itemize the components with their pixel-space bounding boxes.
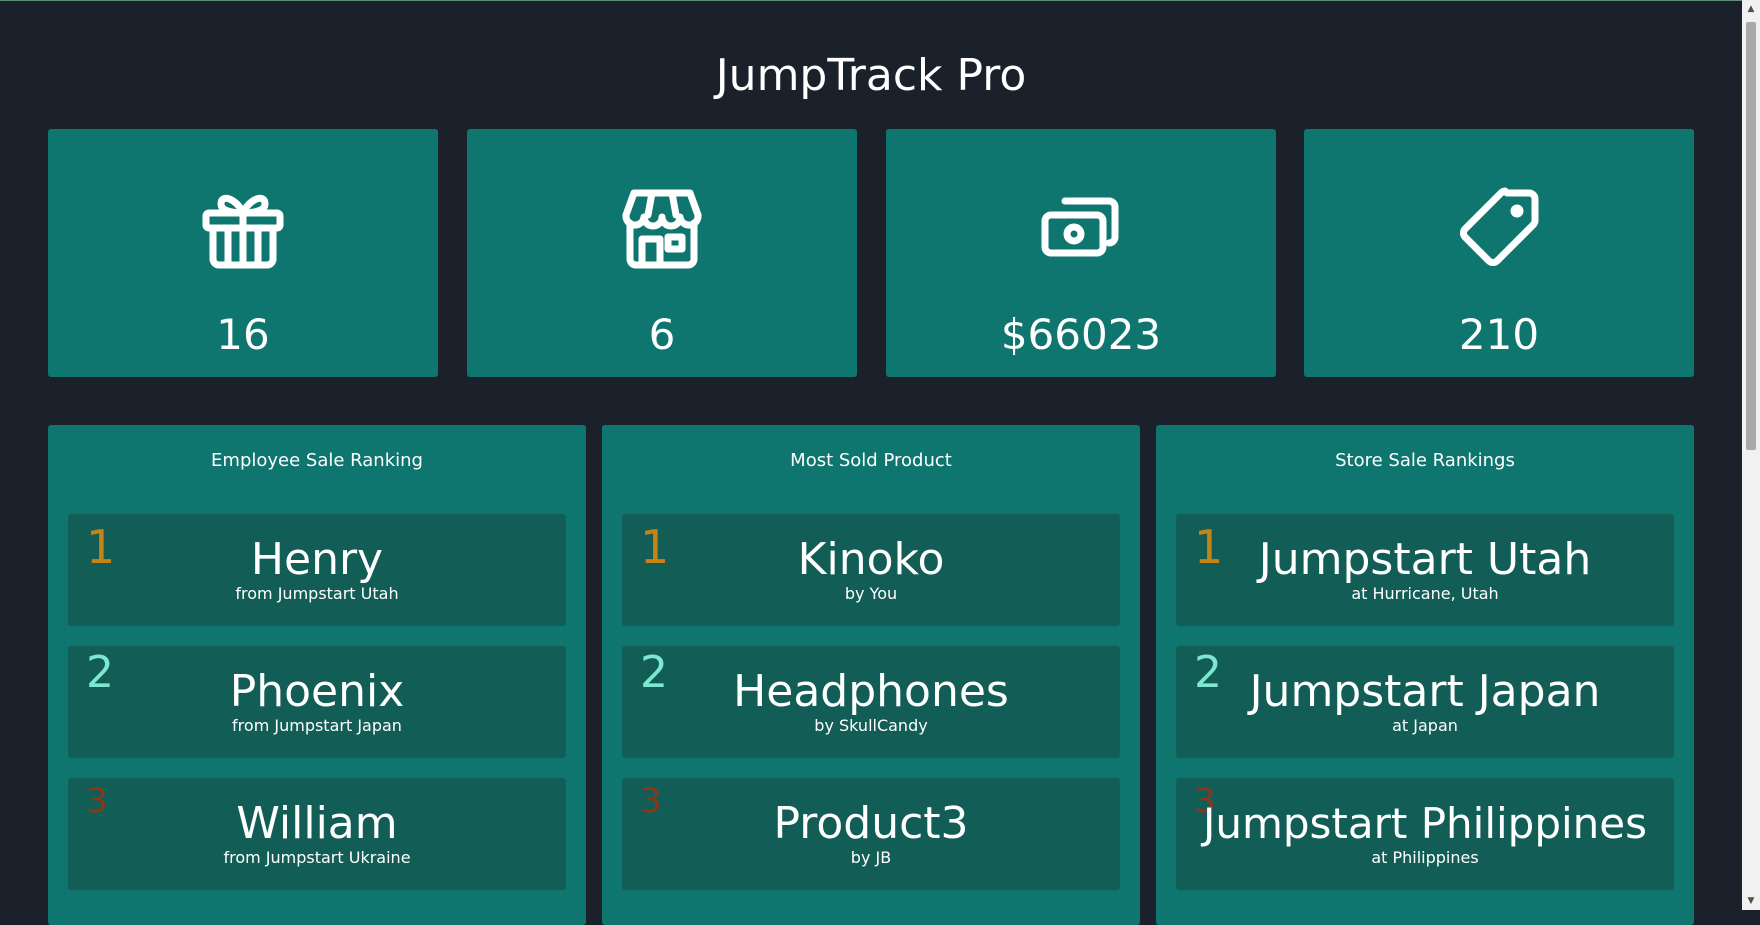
list-item: 1 Jumpstart Utah at Hurricane, Utah	[1176, 514, 1674, 626]
scrollbar-thumb[interactable]	[1746, 22, 1756, 450]
product-ranking-panel: Most Sold Product 1 Kinoko by You 2 Head…	[602, 425, 1140, 925]
employee-store: from Jumpstart Utah	[235, 584, 399, 603]
product-name: Product3	[773, 798, 969, 849]
list-item: 1 Henry from Jumpstart Utah	[68, 514, 566, 626]
list-item: 2 Jumpstart Japan at Japan	[1176, 646, 1674, 758]
stat-value: 210	[1458, 310, 1540, 359]
stat-value: 6	[648, 310, 676, 359]
store-icon	[620, 187, 704, 271]
stat-card-gifts: 16	[48, 129, 438, 377]
stat-value: $66023	[1000, 310, 1162, 359]
store-name: Jumpstart Philippines	[1202, 799, 1648, 848]
employee-name: William	[236, 798, 398, 849]
panel-title: Store Sale Rankings	[1335, 450, 1515, 471]
scroll-down-icon[interactable]: ▼	[1742, 894, 1760, 908]
app-title: JumpTrack Pro	[715, 50, 1027, 101]
stat-card-revenue: $66023	[886, 129, 1276, 377]
scroll-up-icon[interactable]: ▲	[1742, 2, 1760, 16]
cash-icon	[1039, 187, 1123, 271]
product-name: Kinoko	[797, 534, 945, 585]
tag-icon	[1457, 187, 1541, 271]
panel-title: Employee Sale Ranking	[211, 450, 423, 471]
list-item: 1 Kinoko by You	[622, 514, 1120, 626]
list-item: 2 Phoenix from Jumpstart Japan	[68, 646, 566, 758]
employee-store: from Jumpstart Japan	[232, 716, 402, 735]
employee-ranking-panel: Employee Sale Ranking 1 Henry from Jumps…	[48, 425, 586, 925]
dashboard-page: JumpTrack Pro 16 6 $66023 210 Employee S…	[0, 0, 1742, 925]
vertical-scrollbar[interactable]: ▲ ▼	[1742, 0, 1760, 910]
employee-name: Phoenix	[229, 666, 405, 717]
list-item: 3 Jumpstart Philippines at Philippines	[1176, 778, 1674, 890]
stat-value: 16	[216, 310, 270, 359]
employee-name: Henry	[250, 534, 384, 585]
store-name: Jumpstart Utah	[1258, 534, 1592, 585]
list-item: 3 William from Jumpstart Ukraine	[68, 778, 566, 890]
list-item: 2 Headphones by SkullCandy	[622, 646, 1120, 758]
product-maker: by JB	[850, 848, 892, 867]
employee-store: from Jumpstart Ukraine	[223, 848, 411, 867]
stat-card-stores: 6	[467, 129, 857, 377]
gift-icon	[201, 187, 285, 271]
store-location: at Japan	[1392, 716, 1458, 735]
panel-title: Most Sold Product	[790, 450, 952, 471]
product-name: Headphones	[733, 666, 1009, 717]
store-location: at Philippines	[1371, 848, 1479, 867]
store-name: Jumpstart Japan	[1249, 666, 1601, 717]
product-maker: by You	[844, 584, 898, 603]
product-maker: by SkullCandy	[814, 716, 928, 735]
stat-card-products: 210	[1304, 129, 1694, 377]
store-ranking-panel: Store Sale Rankings 1 Jumpstart Utah at …	[1156, 425, 1694, 925]
list-item: 3 Product3 by JB	[622, 778, 1120, 890]
store-location: at Hurricane, Utah	[1351, 584, 1499, 603]
